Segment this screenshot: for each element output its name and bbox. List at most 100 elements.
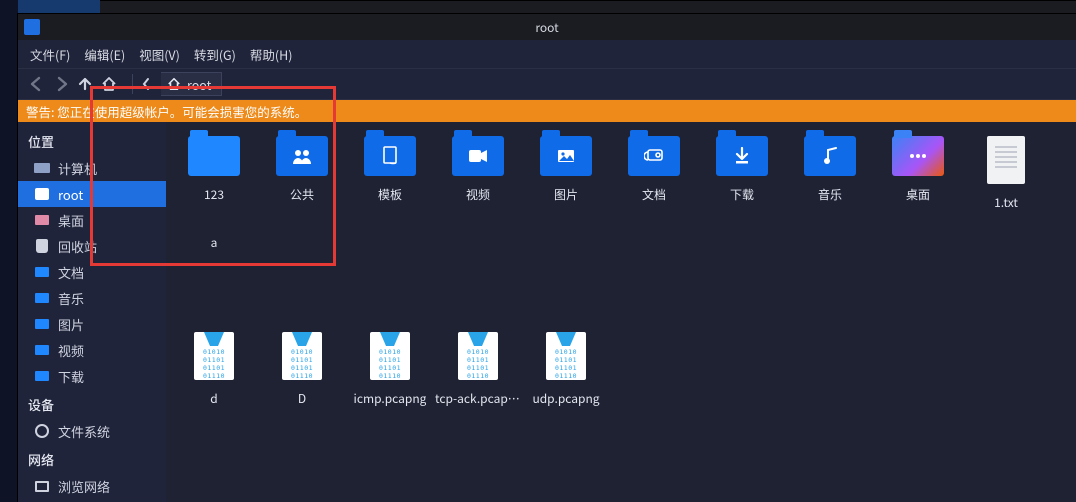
back-icon[interactable] bbox=[28, 75, 46, 93]
home-icon[interactable] bbox=[100, 75, 118, 93]
sidebar-item-label: 图片 bbox=[58, 315, 84, 334]
left-panel bbox=[0, 0, 18, 502]
menu-go[interactable]: 转到(G) bbox=[194, 45, 236, 64]
sidebar-item-icon bbox=[34, 212, 50, 228]
toolbar: root bbox=[18, 68, 1076, 100]
menu-file[interactable]: 文件(F) bbox=[30, 45, 70, 64]
file-item-label: 桌面 bbox=[906, 186, 930, 203]
sidebar-item-回收站[interactable]: 回收站 bbox=[18, 233, 166, 259]
file-item-桌面[interactable]: 桌面 bbox=[874, 130, 962, 228]
sidebar-item-浏览网络[interactable]: 浏览网络 bbox=[18, 473, 166, 499]
sidebar-item-文档[interactable]: 文档 bbox=[18, 259, 166, 285]
file-item-tcp-ack.pcapng[interactable]: 01010 01101 01101 01110tcp-ack.pcapng bbox=[434, 326, 522, 424]
sidebar-head-places: 位置 bbox=[18, 126, 166, 155]
desktop: root 文件(F) 编辑(E) 视图(V) 转到(G) 帮助(H) bbox=[0, 0, 1076, 502]
file-item-label: D bbox=[298, 390, 306, 407]
sidebar-item-icon bbox=[34, 264, 50, 280]
folder-glyph-icon bbox=[734, 147, 750, 165]
content-area[interactable]: 123公共模板视频图片文档下载音乐桌面1.txta01010 01101 011… bbox=[166, 122, 1076, 502]
file-item-123[interactable]: 123 bbox=[170, 130, 258, 228]
menubar: 文件(F) 编辑(E) 视图(V) 转到(G) 帮助(H) bbox=[18, 40, 1076, 68]
folder-glyph-icon bbox=[557, 149, 575, 163]
folder-icon bbox=[364, 136, 416, 176]
file-item-label: 1.txt bbox=[994, 194, 1018, 211]
file-item-label: tcp-ack.pcapng bbox=[435, 390, 521, 407]
folder-icon bbox=[892, 136, 944, 176]
folder-icon bbox=[188, 136, 240, 176]
folder-glyph-icon bbox=[291, 148, 313, 164]
file-item-label: icmp.pcapng bbox=[354, 390, 427, 407]
sidebar-item-视频[interactable]: 视频 bbox=[18, 337, 166, 363]
path-home-icon bbox=[167, 77, 181, 91]
sidebar-item-icon bbox=[34, 160, 50, 176]
file-item-d[interactable]: 01010 01101 01101 01110 d bbox=[170, 326, 258, 424]
sidebar-item-桌面[interactable]: 桌面 bbox=[18, 207, 166, 233]
sidebar-item-label: 文档 bbox=[58, 263, 84, 282]
folder-icon bbox=[804, 136, 856, 176]
file-item-label: 视频 bbox=[466, 186, 490, 203]
window-title: root bbox=[535, 19, 558, 36]
file-item-音乐[interactable]: 音乐 bbox=[786, 130, 874, 228]
pcap-file-icon: 01010 01101 01101 01110 bbox=[546, 332, 586, 380]
titlebar[interactable]: root bbox=[18, 14, 1076, 40]
file-item-模板[interactable]: 模板 bbox=[346, 130, 434, 228]
history-chevron-icon[interactable] bbox=[137, 75, 155, 93]
file-item-图片[interactable]: 图片 bbox=[522, 130, 610, 228]
sidebar-item-label: 音乐 bbox=[58, 289, 84, 308]
folder-icon bbox=[628, 136, 680, 176]
sidebar-item-文件系统[interactable]: 文件系统 bbox=[18, 418, 166, 444]
text-file-icon bbox=[987, 136, 1025, 184]
file-item-label: udp.pcapng bbox=[532, 390, 599, 407]
toolbar-divider bbox=[132, 74, 133, 94]
background-window-strip bbox=[100, 0, 1076, 14]
sidebar-item-label: 浏览网络 bbox=[58, 477, 110, 496]
file-item-label: 图片 bbox=[554, 186, 578, 203]
file-item-label: 下载 bbox=[730, 186, 754, 203]
sidebar-item-root[interactable]: root bbox=[18, 181, 166, 207]
folder-icon bbox=[452, 136, 504, 176]
sidebar-item-label: 视频 bbox=[58, 341, 84, 360]
file-item-1.txt[interactable]: 1.txt bbox=[962, 130, 1050, 228]
file-item-label: d bbox=[210, 390, 217, 407]
pcap-file-icon: 01010 01101 01101 01110 bbox=[370, 332, 410, 380]
file-item-D[interactable]: 01010 01101 01101 01110 D bbox=[258, 326, 346, 424]
menu-view[interactable]: 视图(V) bbox=[139, 45, 180, 64]
forward-icon[interactable] bbox=[52, 75, 70, 93]
menu-edit[interactable]: 编辑(E) bbox=[84, 45, 125, 64]
sidebar-item-计算机[interactable]: 计算机 bbox=[18, 155, 166, 181]
file-item-label: 音乐 bbox=[818, 186, 842, 203]
sidebar-item-图片[interactable]: 图片 bbox=[18, 311, 166, 337]
file-item-文档[interactable]: 文档 bbox=[610, 130, 698, 228]
file-item-下载[interactable]: 下载 bbox=[698, 130, 786, 228]
sidebar-item-label: 计算机 bbox=[58, 159, 97, 178]
file-item-公共[interactable]: 公共 bbox=[258, 130, 346, 228]
file-item-udp.pcapng[interactable]: 01010 01101 01101 01110 udp.pcapng bbox=[522, 326, 610, 424]
path-segment[interactable]: root bbox=[187, 75, 211, 94]
sidebar-item-label: 桌面 bbox=[58, 211, 84, 230]
sidebar-item-icon bbox=[34, 368, 50, 384]
file-item-icmp.pcapng[interactable]: 01010 01101 01101 01110 icmp.pcapng bbox=[346, 326, 434, 424]
warning-bar: 警告: 您正在使用超级帐户。可能会损害您的系统。 bbox=[18, 100, 1076, 122]
folder-glyph-icon bbox=[468, 149, 488, 163]
sidebar-item-音乐[interactable]: 音乐 bbox=[18, 285, 166, 311]
sidebar-item-下载[interactable]: 下载 bbox=[18, 363, 166, 389]
sidebar-item-label: 回收站 bbox=[58, 237, 97, 256]
icon-grid: 123公共模板视频图片文档下载音乐桌面1.txta01010 01101 011… bbox=[166, 122, 1076, 432]
sidebar-item-icon bbox=[34, 290, 50, 306]
up-icon[interactable] bbox=[76, 75, 94, 93]
folder-glyph-icon bbox=[908, 152, 928, 160]
file-item-a[interactable]: a bbox=[170, 228, 258, 326]
menu-help[interactable]: 帮助(H) bbox=[250, 45, 293, 64]
sidebar-item-icon bbox=[34, 423, 50, 439]
sidebar-item-label: root bbox=[58, 185, 83, 204]
sidebar-head-devices: 设备 bbox=[18, 389, 166, 418]
file-item-label: 模板 bbox=[378, 186, 402, 203]
pcap-file-icon: 01010 01101 01101 01110 bbox=[282, 332, 322, 380]
path-bar[interactable]: root bbox=[161, 72, 222, 96]
folder-glyph-icon bbox=[381, 146, 399, 166]
file-item-视频[interactable]: 视频 bbox=[434, 130, 522, 228]
sidebar-item-icon bbox=[34, 478, 50, 494]
file-item-label: 123 bbox=[204, 186, 224, 203]
sidebar-item-icon bbox=[34, 342, 50, 358]
pcap-file-icon: 01010 01101 01101 01110 bbox=[194, 332, 234, 380]
